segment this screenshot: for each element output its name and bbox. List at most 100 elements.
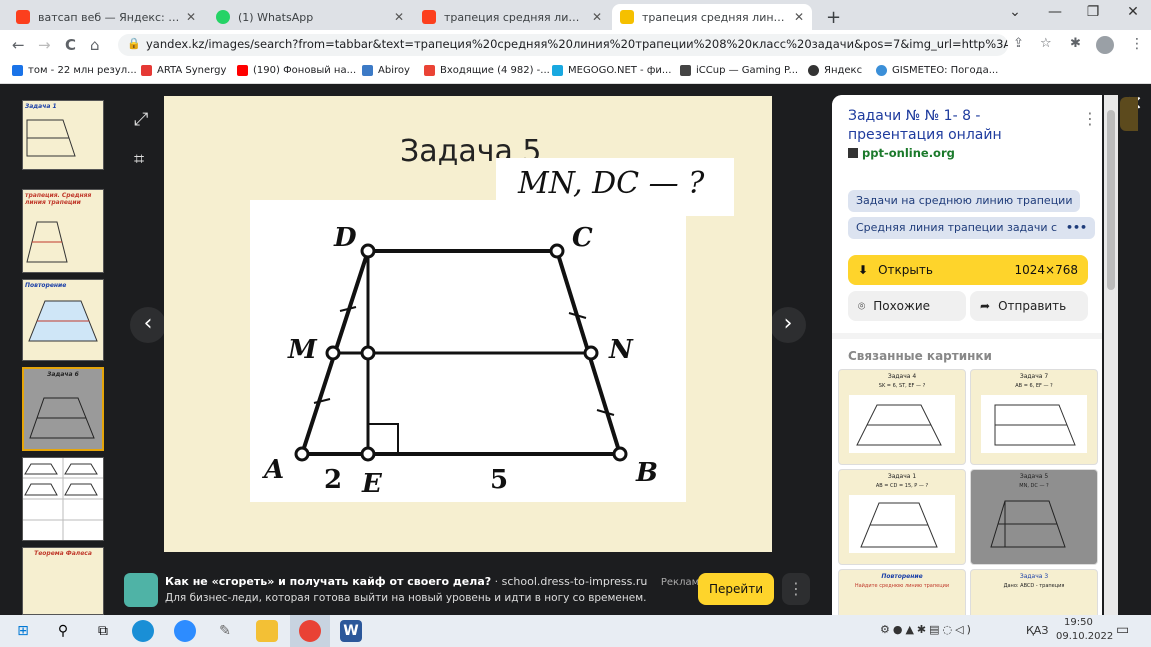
thumb-title: Теорема Фалеса xyxy=(34,550,92,557)
reload-icon[interactable]: C xyxy=(65,36,76,54)
file-explorer-icon[interactable] xyxy=(256,620,278,642)
close-tab-icon[interactable]: ✕ xyxy=(394,10,404,24)
yandex-icon xyxy=(808,65,819,76)
chrome-taskbar-active[interactable] xyxy=(290,615,330,647)
tab-trapezoid-active[interactable]: трапеция средняя линия трапец ✕ xyxy=(612,4,812,30)
zoom-icon[interactable] xyxy=(174,620,196,642)
side-edge-tab xyxy=(1120,97,1138,131)
restore-button[interactable]: ❐ xyxy=(1078,4,1108,20)
task-view-icon[interactable]: ⧉ xyxy=(92,620,114,642)
url-text: yandex.kz/images/search?from=tabbar&text… xyxy=(146,37,1008,51)
close-tab-icon[interactable]: ✕ xyxy=(186,10,196,24)
bookmark-star-icon[interactable]: ☆ xyxy=(1040,36,1052,51)
notifications-icon[interactable]: ▭ xyxy=(1116,622,1129,638)
similar-button[interactable]: ⌾ Похожие xyxy=(848,291,966,321)
forward-icon[interactable]: → xyxy=(38,36,51,54)
profile-avatar[interactable] xyxy=(1096,36,1114,54)
extensions-icon[interactable]: ✱ xyxy=(1070,36,1081,51)
related-image-title: Задача 1 xyxy=(887,473,917,480)
bookmarks-bar: том - 22 млн резул... ARTA Synergy (190)… xyxy=(0,60,1151,84)
bookmark-item[interactable]: ARTA Synergy xyxy=(141,65,226,76)
thumbnail[interactable] xyxy=(22,457,104,541)
tag-pill[interactable]: Средняя линия трапеции задачи с ... xyxy=(848,217,1080,239)
tag-pill[interactable]: Задачи на среднюю линию трапеции xyxy=(848,190,1081,212)
related-image[interactable]: Задача 7 AB = 6, EF — ? xyxy=(970,369,1098,465)
related-image[interactable]: Повторение Найдите среднюю линию трапеци… xyxy=(838,569,966,615)
main-image: Задача 5 MN, DC — ? D C M N A E B 2 5 xyxy=(164,96,772,552)
bookmark-label: Яндекс xyxy=(824,65,863,76)
tab-search-icon[interactable]: ⌄ xyxy=(1000,4,1030,20)
minimize-button[interactable]: — xyxy=(1040,4,1070,20)
result-title[interactable]: Задачи № № 1- 8 - презентация онлайн xyxy=(848,107,1078,145)
related-image-title: Задача 5 xyxy=(1019,473,1049,480)
bookmark-item[interactable]: Abiroy xyxy=(362,65,410,76)
ad-more-icon[interactable]: ⋮ xyxy=(782,573,810,605)
close-window-button[interactable]: ✕ xyxy=(1118,4,1148,20)
share-button[interactable]: ➦ Отправить xyxy=(970,291,1088,321)
tab-trapezoid-1[interactable]: трапеция средняя линия трапец ✕ xyxy=(414,4,610,30)
point-midline-height xyxy=(360,345,376,361)
gmail-icon xyxy=(424,65,435,76)
fullscreen-icon[interactable]: ⤢ xyxy=(134,109,148,130)
point-B xyxy=(612,446,628,462)
next-image-button[interactable]: › xyxy=(770,307,806,343)
related-image[interactable]: Задача 4 SK = 6, ST, EF — ? xyxy=(838,369,966,465)
crop-icon[interactable]: ⌗ xyxy=(134,149,144,170)
more-vert-icon[interactable]: ⋮ xyxy=(1082,109,1098,128)
bookmark-label: iCCup — Gaming P... xyxy=(696,65,799,76)
search-icon xyxy=(12,65,23,76)
side-panel: Задачи № № 1- 8 - презентация онлайн ⋮ p… xyxy=(832,95,1102,615)
length-AE: 2 xyxy=(324,465,342,495)
bookmark-item[interactable]: Входящие (4 982) -... xyxy=(424,65,550,76)
lock-icon[interactable]: 🔒 xyxy=(127,37,141,50)
ad-go-button[interactable]: Перейти xyxy=(698,573,774,605)
share-page-icon[interactable]: ⇪ xyxy=(1013,36,1024,51)
url-field[interactable]: 🔒 yandex.kz/images/search?from=tabbar&te… xyxy=(118,34,1008,56)
bookmark-item[interactable]: том - 22 млн резул... xyxy=(12,65,137,76)
tick-marks xyxy=(313,306,615,416)
thumbnail-selected[interactable]: Задача 6 xyxy=(22,367,104,451)
language-indicator[interactable]: ҚАЗ xyxy=(1026,624,1048,637)
source-link[interactable]: ppt-online.org xyxy=(848,146,955,160)
windows-start-icon[interactable]: ⊞ xyxy=(12,620,34,642)
app-icon[interactable]: ✎ xyxy=(214,620,236,642)
clock-date[interactable]: 09.10.2022 xyxy=(1056,631,1113,642)
close-tab-icon[interactable]: ✕ xyxy=(592,10,602,24)
trapezoid-figure: D C M N A E B 2 5 xyxy=(261,223,658,499)
ad-banner[interactable]: Как не «сгореть» и получать кайф от свое… xyxy=(118,567,818,613)
tray-icons[interactable]: ⚙●▲✱▤◌◁) xyxy=(880,623,974,636)
thumbnail[interactable]: Задача 1 xyxy=(22,100,104,170)
side-scrollbar[interactable] xyxy=(1104,95,1118,615)
related-image[interactable]: Задача 1 AB = CD = 15, P — ? xyxy=(838,469,966,565)
bookmark-label: Входящие (4 982) -... xyxy=(440,65,550,76)
home-icon[interactable]: ⌂ xyxy=(90,36,100,54)
search-icon[interactable]: ⚲ xyxy=(52,620,74,642)
word-icon[interactable]: W xyxy=(340,620,362,642)
thumb-title: Задача 6 xyxy=(47,371,79,378)
bookmark-item[interactable]: (190) Фоновый на... xyxy=(237,65,356,76)
thumbnail[interactable]: Теорема Фалеса xyxy=(22,547,104,615)
new-tab-button[interactable]: + xyxy=(818,4,846,30)
thumbnail[interactable]: Повторение xyxy=(22,279,104,361)
tab-yandex-whatsapp[interactable]: ватсап веб — Яндекс: нашлось 2 ✕ xyxy=(8,4,204,30)
back-icon[interactable]: ← xyxy=(12,36,25,54)
edge-icon[interactable] xyxy=(132,620,154,642)
related-image[interactable]: Задача 3 Дано: ABCD - трапеция xyxy=(970,569,1098,615)
thumb-grid-figure xyxy=(23,458,103,540)
thumbnail[interactable]: трапеция. Средняя линия трапеции xyxy=(22,189,104,273)
bookmark-item[interactable]: MEGOGO.NET - фи... xyxy=(552,65,671,76)
bookmark-item[interactable]: iCCup — Gaming P... xyxy=(680,65,798,76)
bookmark-item[interactable]: GISMETEO: Погода... xyxy=(876,65,998,76)
related-image-current[interactable]: Задача 5 MN, DC — ? xyxy=(970,469,1098,565)
source-text: ppt-online.org xyxy=(862,146,955,160)
related-image-title: Задача 3 xyxy=(1019,573,1049,580)
menu-kebab-icon[interactable]: ⋮ xyxy=(1130,36,1144,52)
tab-whatsapp[interactable]: (1) WhatsApp ✕ xyxy=(208,4,412,30)
clock-time[interactable]: 19:50 xyxy=(1064,617,1093,628)
more-tags-button[interactable]: ••• xyxy=(1058,217,1096,239)
related-image-sub: SK = 6, ST, EF — ? xyxy=(878,383,926,389)
prev-image-button[interactable]: ‹ xyxy=(130,307,166,343)
bookmark-item[interactable]: Яндекс xyxy=(808,65,862,76)
open-button[interactable]: ⬇ Открыть 1024×768 xyxy=(848,255,1088,285)
close-tab-icon[interactable]: ✕ xyxy=(794,10,804,24)
